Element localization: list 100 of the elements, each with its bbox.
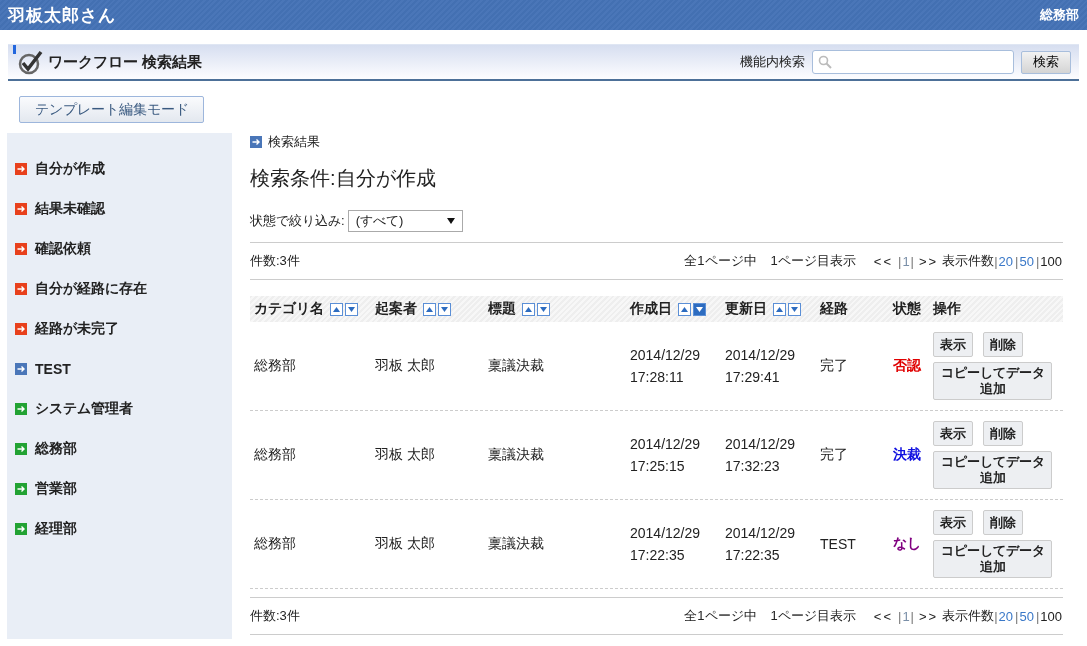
table-cell-text: 2014/12/29 17:25:15 bbox=[630, 435, 702, 476]
sort-descending-icon[interactable] bbox=[693, 302, 706, 316]
action-button[interactable]: コピーしてデータ追加 bbox=[933, 540, 1052, 578]
filter-label: 状態で絞り込み: bbox=[250, 212, 345, 230]
table-cell: 総務部 bbox=[254, 535, 296, 553]
sort-descending-icon[interactable] bbox=[788, 302, 801, 316]
table-cell: TEST bbox=[820, 536, 856, 552]
action-button[interactable]: コピーしてデータ追加 bbox=[933, 362, 1052, 400]
page-info-text: 表示件数 bbox=[942, 252, 995, 268]
table-cell-text: 2014/12/29 17:22:35 bbox=[725, 524, 797, 565]
sidebar-link[interactable]: 確認依頼 bbox=[35, 240, 91, 258]
record-count: 件数:3件 bbox=[250, 252, 300, 270]
sidebar-link[interactable]: 総務部 bbox=[35, 440, 77, 458]
page-info-text: 表示件数 bbox=[942, 607, 995, 623]
page-nav-link[interactable]: << bbox=[873, 608, 893, 624]
sort-descending-icon[interactable] bbox=[537, 302, 550, 316]
separator-text: | bbox=[898, 608, 902, 624]
status-text: 否認 bbox=[893, 357, 921, 375]
separator-text: | bbox=[1015, 253, 1019, 269]
table-cell: 総務部 bbox=[254, 357, 296, 375]
separator-text: | bbox=[910, 608, 914, 624]
page-size-link[interactable]: 20 bbox=[998, 608, 1014, 624]
search-label: 機能内検索 bbox=[740, 53, 805, 71]
separator-text: | bbox=[910, 253, 914, 269]
action-button[interactable]: 削除 bbox=[983, 510, 1023, 535]
sidebar-link[interactable]: 経路が未完了 bbox=[35, 320, 119, 338]
column-header: 標題 bbox=[488, 300, 516, 318]
sidebar-link[interactable]: 結果未確認 bbox=[35, 200, 105, 218]
sort-ascending-icon[interactable] bbox=[678, 302, 691, 316]
table-cell: 稟議決裁 bbox=[488, 446, 544, 464]
table-cell-text: 2014/12/29 17:32:23 bbox=[725, 435, 797, 476]
page-nav-link[interactable]: >> bbox=[919, 608, 939, 624]
arrow-icon bbox=[250, 136, 262, 148]
sidebar-link[interactable]: TEST bbox=[35, 361, 71, 377]
separator-text: | bbox=[898, 253, 902, 269]
column-header: 起案者 bbox=[375, 300, 417, 318]
separator-text: | bbox=[1015, 608, 1019, 624]
search-condition-heading: 検索条件:自分が作成 bbox=[250, 166, 437, 191]
action-button[interactable]: コピーしてデータ追加 bbox=[933, 451, 1052, 489]
table-cell: 羽板 太郎 bbox=[375, 357, 435, 375]
checkmark-icon bbox=[18, 49, 44, 75]
action-button[interactable]: 削除 bbox=[983, 421, 1023, 446]
column-header: 状態 bbox=[893, 300, 921, 318]
sidebar-link[interactable]: 経理部 bbox=[35, 520, 77, 538]
action-button[interactable]: 削除 bbox=[983, 332, 1023, 357]
page-size-link[interactable]: 50 bbox=[1019, 253, 1034, 269]
page-info-text: 1ページ目表示 bbox=[770, 607, 856, 625]
caret-icon bbox=[446, 218, 455, 224]
separator-text: | bbox=[1035, 608, 1040, 624]
status-filter-dropdown[interactable]: (すべて) bbox=[347, 210, 463, 232]
search-button[interactable]: 検索 bbox=[1021, 50, 1071, 74]
department-name: 総務部 bbox=[1040, 6, 1079, 24]
page-size-link[interactable]: 100 bbox=[1040, 253, 1062, 269]
separator-text: | bbox=[994, 608, 998, 624]
page-info-text: 全1ページ中 bbox=[684, 607, 757, 625]
sort-ascending-icon[interactable] bbox=[330, 302, 343, 316]
table-cell: 総務部 bbox=[254, 446, 296, 464]
table-cell: 羽板 太郎 bbox=[375, 535, 435, 553]
table-cell-text: 2014/12/29 17:29:41 bbox=[725, 346, 797, 387]
sort-ascending-icon[interactable] bbox=[423, 302, 436, 316]
column-header: カテゴリ名 bbox=[254, 300, 324, 318]
sidebar-link[interactable]: 自分が作成 bbox=[35, 160, 105, 178]
sort-ascending-icon[interactable] bbox=[522, 302, 535, 316]
table-cell-text: 2014/12/29 17:28:11 bbox=[630, 346, 702, 387]
sidebar-link[interactable]: 自分が経路に存在 bbox=[35, 280, 147, 298]
column-header: 操作 bbox=[933, 300, 961, 318]
page-nav-link[interactable]: << bbox=[873, 253, 893, 269]
template-edit-button[interactable]: テンプレート編集モード bbox=[19, 96, 204, 123]
column-header: 作成日 bbox=[630, 300, 672, 318]
page-title: ワークフロー 検索結果 bbox=[48, 52, 203, 72]
sort-descending-icon[interactable] bbox=[438, 302, 451, 316]
table-cell: 完了 bbox=[820, 446, 848, 464]
table-cell: 稟議決裁 bbox=[488, 357, 544, 375]
table-cell-text: 2014/12/29 17:22:35 bbox=[630, 524, 702, 565]
page-number-link[interactable]: 1 bbox=[902, 253, 910, 269]
sort-descending-icon[interactable] bbox=[345, 302, 358, 316]
page-number-link[interactable]: 1 bbox=[902, 608, 910, 624]
column-header: 経路 bbox=[820, 300, 848, 318]
action-button[interactable]: 表示 bbox=[933, 332, 973, 357]
action-button[interactable]: 表示 bbox=[933, 510, 973, 535]
page-info-text: 1ページ目表示 bbox=[770, 252, 856, 270]
table-cell: 羽板 太郎 bbox=[375, 446, 435, 464]
search-icon bbox=[818, 55, 832, 69]
separator-text: | bbox=[994, 253, 998, 269]
column-header: 更新日 bbox=[725, 300, 767, 318]
page-size-link[interactable]: 20 bbox=[998, 253, 1014, 269]
sort-ascending-icon[interactable] bbox=[773, 302, 786, 316]
table-cell: 完了 bbox=[820, 357, 848, 375]
sidebar-link[interactable]: システム管理者 bbox=[35, 400, 133, 418]
page-size-link[interactable]: 100 bbox=[1040, 608, 1062, 624]
separator-text: | bbox=[1035, 253, 1040, 269]
status-text: なし bbox=[893, 535, 921, 553]
record-count: 件数:3件 bbox=[250, 607, 300, 625]
search-field[interactable] bbox=[812, 50, 1014, 74]
action-button[interactable]: 表示 bbox=[933, 421, 973, 446]
page-nav-link[interactable]: >> bbox=[919, 253, 939, 269]
page-info-text: 全1ページ中 bbox=[684, 252, 757, 270]
sidebar-link[interactable]: 営業部 bbox=[35, 480, 77, 498]
user-name: 羽板太郎さん bbox=[8, 4, 116, 27]
page-size-link[interactable]: 50 bbox=[1019, 608, 1034, 624]
